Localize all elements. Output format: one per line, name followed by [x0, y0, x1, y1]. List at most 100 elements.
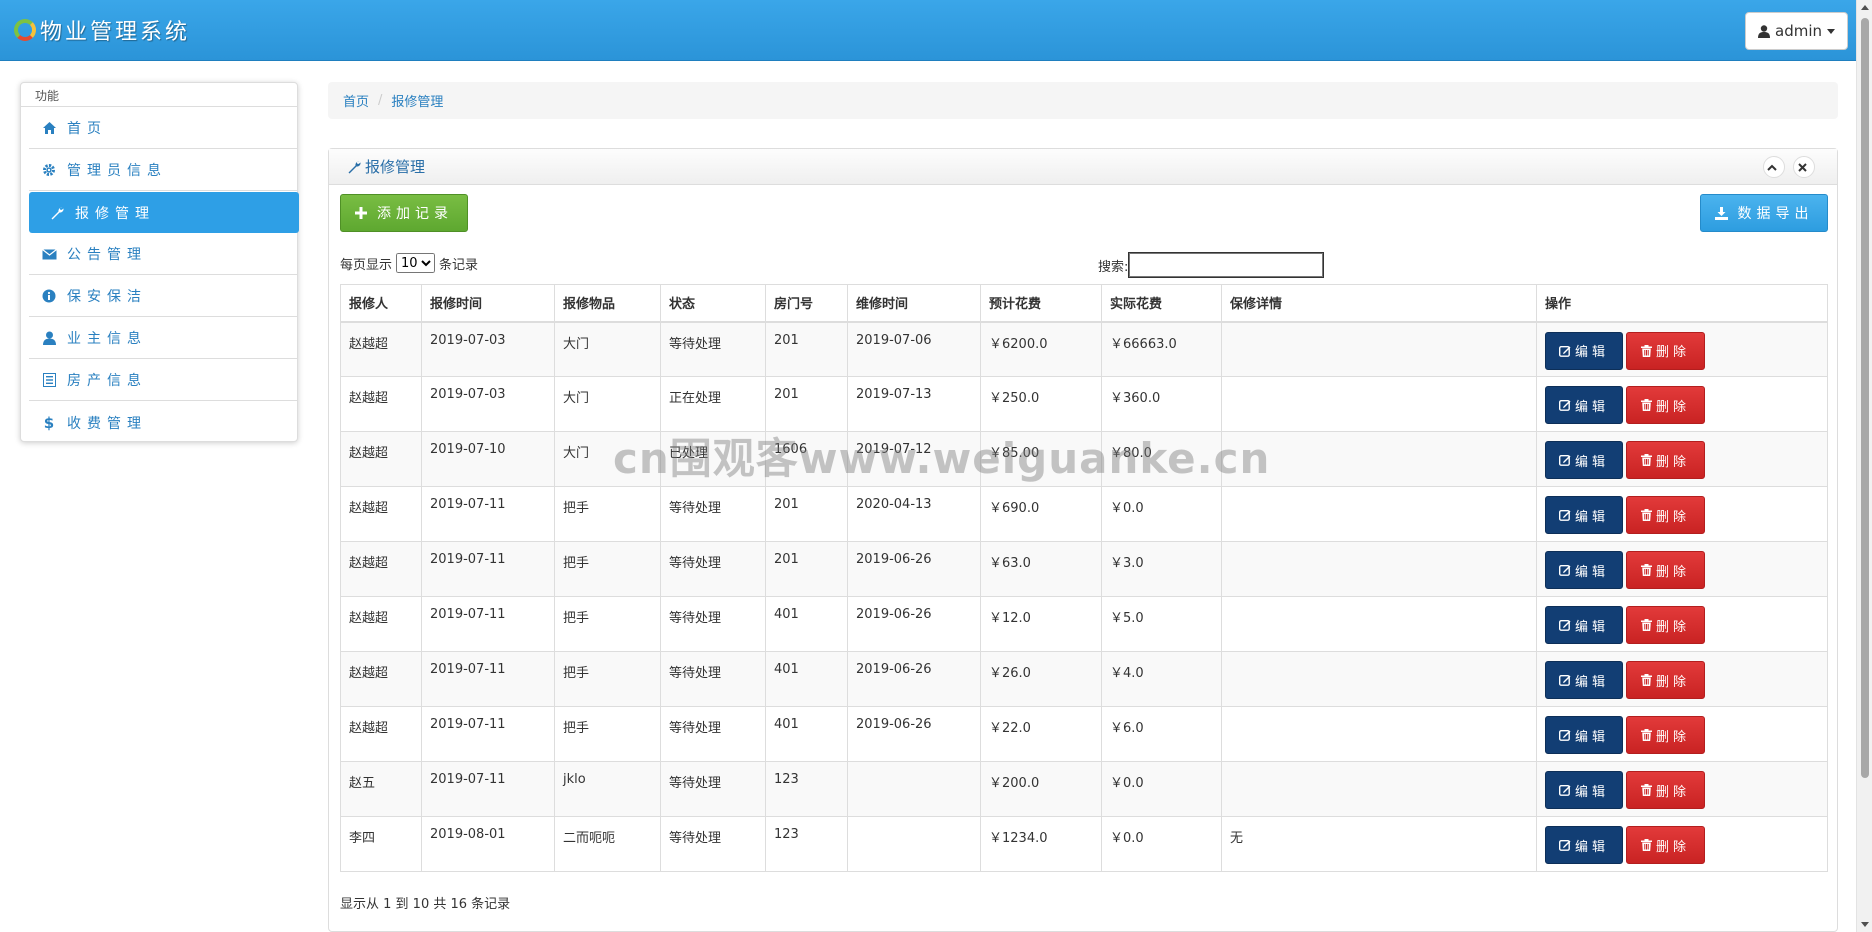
collapse-panel-button[interactable]: [1763, 156, 1785, 178]
delete-button[interactable]: 删除: [1626, 551, 1705, 589]
table-row[interactable]: 李四 2019-08-01 二而呃呃 等待处理 123 ￥1234.0 ￥0.0 无 编辑 删除: [340, 816, 1828, 872]
trash-icon: [1640, 399, 1652, 411]
reporter-cell: 李四: [340, 816, 422, 872]
actions-cell: 编辑 删除: [1536, 431, 1828, 487]
table-row[interactable]: 赵越超 2019-07-11 把手 等待处理 401 2019-06-26 ￥12.0 ￥5.…: [340, 596, 1828, 652]
repair-table: 报修人 报修时间 报修物品 状态 房门号 维修时间 预计花费 实际花费 保修详情…: [340, 284, 1828, 872]
details-cell: [1221, 376, 1537, 432]
table-row[interactable]: 赵越超 2019-07-11 把手 等待处理 401 2019-06-26 ￥22.0 ￥6.…: [340, 706, 1828, 762]
edit-label: 编辑: [1574, 345, 1609, 360]
panel-title: 报修管理: [365, 158, 426, 176]
status-cell: 等待处理: [660, 761, 766, 817]
column-header[interactable]: 报修时间: [421, 284, 555, 323]
item-cell: 把手: [554, 541, 661, 597]
search-input[interactable]: [1128, 252, 1325, 278]
user-menu-button[interactable]: admin: [1745, 12, 1848, 50]
delete-label: 删除: [1655, 399, 1690, 415]
room-cell: 401: [765, 651, 848, 707]
repair-date-cell: 2019-07-12: [847, 431, 981, 487]
edit-button[interactable]: 编辑: [1545, 386, 1623, 424]
column-header[interactable]: 实际花费: [1101, 284, 1222, 323]
download-icon: [1714, 206, 1728, 220]
edit-label: 编辑: [1574, 564, 1609, 580]
edit-button[interactable]: 编辑: [1545, 826, 1623, 864]
column-header[interactable]: 报修人: [340, 284, 422, 323]
delete-button[interactable]: 删除: [1626, 496, 1705, 534]
sidebar-item-property-info[interactable]: 房产信息: [29, 360, 297, 401]
estimated-cost-cell: ￥63.0: [980, 541, 1102, 597]
edit-button[interactable]: 编辑: [1545, 331, 1623, 370]
sidebar-item-fees[interactable]: $ 收费管理: [29, 402, 297, 443]
page-size-select[interactable]: 10: [396, 253, 436, 273]
table-row[interactable]: 赵越超 2019-07-03 大门 正在处理 201 2019-07-13 ￥250.0 ￥3…: [340, 376, 1828, 432]
table-row[interactable]: 赵越超 2019-07-11 把手 等待处理 201 2019-06-26 ￥63.0 ￥3.…: [340, 541, 1828, 597]
delete-label: 删除: [1655, 784, 1690, 800]
edit-button[interactable]: 编辑: [1545, 771, 1623, 809]
delete-label: 删除: [1655, 729, 1690, 745]
sidebar-item-home[interactable]: 首页: [29, 108, 297, 149]
delete-button[interactable]: 删除: [1626, 661, 1705, 699]
breadcrumb-current-link[interactable]: 报修管理: [391, 91, 443, 110]
room-cell: 123: [765, 816, 848, 872]
delete-button[interactable]: 删除: [1626, 441, 1705, 479]
details-cell: [1221, 651, 1537, 707]
sidebar-item-security-cleaning[interactable]: 保安保洁: [29, 276, 297, 317]
trash-icon: [1640, 729, 1652, 741]
scroll-down-arrow-icon[interactable]: [1861, 922, 1869, 927]
user-name: admin: [1775, 22, 1822, 40]
report-date-cell: 2019-07-11: [421, 486, 555, 542]
table-row[interactable]: 赵五 2019-07-11 jklo 等待处理 123 ￥200.0 ￥0.0 编辑 删除: [340, 761, 1828, 817]
actions-cell: 编辑 删除: [1536, 596, 1828, 652]
column-header[interactable]: 报修物品: [554, 284, 661, 323]
edit-button[interactable]: 编辑: [1545, 661, 1623, 699]
delete-button[interactable]: 删除: [1626, 606, 1705, 644]
logo-icon: [14, 19, 36, 41]
sidebar-item-admin-info[interactable]: 管理员信息: [29, 150, 297, 191]
edit-button[interactable]: 编辑: [1545, 716, 1623, 754]
sidebar-item-label: 报修管理: [75, 205, 155, 222]
edit-button[interactable]: 编辑: [1545, 551, 1623, 589]
report-date-cell: 2019-07-03: [421, 321, 555, 377]
trash-icon: [1640, 619, 1652, 631]
sidebar-item-repair[interactable]: 报修管理: [29, 192, 299, 233]
delete-button[interactable]: 删除: [1626, 771, 1705, 809]
reporter-cell: 赵越超: [340, 321, 422, 377]
column-header[interactable]: 房门号: [765, 284, 848, 323]
page-scrollbar[interactable]: [1856, 0, 1872, 932]
edit-button[interactable]: 编辑: [1545, 441, 1623, 479]
room-cell: 123: [765, 761, 848, 817]
breadcrumb-home-link[interactable]: 首页: [343, 91, 369, 110]
info-icon: [39, 289, 59, 303]
status-cell: 已处理: [660, 431, 766, 487]
add-record-button[interactable]: 添加记录: [340, 194, 468, 232]
details-cell: [1221, 486, 1537, 542]
table-body: 赵越超 2019-07-03 大门 等待处理 201 2019-07-06 ￥6200.0 ￥…: [340, 321, 1828, 872]
sidebar-item-owner-info[interactable]: 业主信息: [29, 318, 297, 359]
column-header[interactable]: 预计花费: [980, 284, 1102, 323]
delete-button[interactable]: 删除: [1626, 331, 1705, 370]
table-row[interactable]: 赵越超 2019-07-11 把手 等待处理 401 2019-06-26 ￥26.0 ￥4.…: [340, 651, 1828, 707]
repair-date-cell: 2019-06-26: [847, 706, 981, 762]
delete-button[interactable]: 删除: [1626, 716, 1705, 754]
estimated-cost-cell: ￥690.0: [980, 486, 1102, 542]
column-header[interactable]: 状态: [660, 284, 766, 323]
column-header[interactable]: 保修详情: [1221, 284, 1537, 323]
edit-button[interactable]: 编辑: [1545, 496, 1623, 534]
column-header[interactable]: 维修时间: [847, 284, 981, 323]
delete-button[interactable]: 删除: [1626, 386, 1705, 424]
edit-icon: [1558, 455, 1571, 466]
close-panel-button[interactable]: [1793, 156, 1815, 178]
estimated-cost-cell: ￥85.00: [980, 431, 1102, 487]
delete-button[interactable]: 删除: [1626, 826, 1705, 864]
edit-button[interactable]: 编辑: [1545, 606, 1623, 644]
item-cell: 大门: [554, 321, 661, 377]
export-data-button[interactable]: 数据导出: [1700, 194, 1828, 232]
actual-cost-cell: ￥80.0: [1101, 431, 1222, 487]
sidebar-item-announcements[interactable]: 公告管理: [29, 234, 297, 275]
scrollbar-thumb[interactable]: [1861, 18, 1869, 778]
table-row[interactable]: 赵越超 2019-07-03 大门 等待处理 201 2019-07-06 ￥6200.0 ￥…: [340, 321, 1828, 377]
table-row[interactable]: 赵越超 2019-07-11 把手 等待处理 201 2020-04-13 ￥690.0 ￥0…: [340, 486, 1828, 542]
table-row[interactable]: 赵越超 2019-07-10 大门 已处理 1606 2019-07-12 ￥85.00 ￥8…: [340, 431, 1828, 487]
app-logo[interactable]: 物业管理系统: [14, 14, 190, 46]
scroll-up-arrow-icon[interactable]: [1861, 5, 1869, 10]
